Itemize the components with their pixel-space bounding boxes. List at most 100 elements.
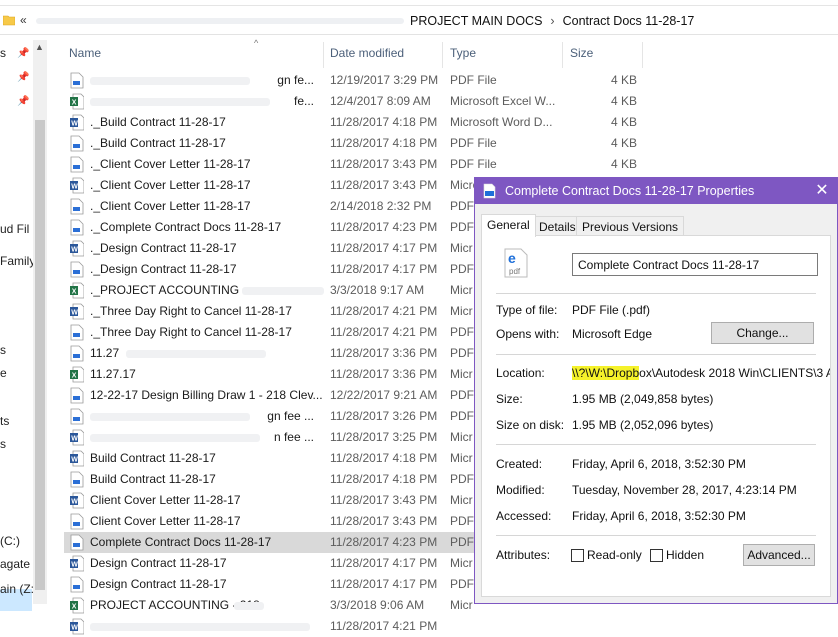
- opens-with-value: Microsoft Edge: [572, 327, 653, 341]
- nav-item-1[interactable]: s: [0, 46, 6, 60]
- file-type: Micr: [450, 556, 473, 570]
- sort-arrow-icon: ^: [254, 38, 259, 48]
- table-row[interactable]: gn fe... 12/19/2017 3:29 PM PDF File 4 KB: [64, 70, 664, 91]
- file-date: 11/28/2017 4:23 PM: [330, 535, 438, 549]
- location-label: Location:: [496, 366, 545, 380]
- word-icon: W: [70, 618, 84, 635]
- modified-value: Tuesday, November 28, 2017, 4:23:14 PM: [572, 483, 797, 497]
- file-name: 11.27.17: [90, 367, 136, 381]
- nav-scrollbar[interactable]: ▲: [33, 40, 47, 604]
- column-date-modified[interactable]: Date modified: [330, 46, 404, 60]
- tab-details[interactable]: Details: [533, 216, 582, 236]
- word-icon: W: [70, 492, 84, 509]
- nav-item-4[interactable]: s: [0, 343, 6, 357]
- hidden-label[interactable]: Hidden: [666, 548, 704, 562]
- file-name: ._Three Day Right to Cancel 11-28-17: [90, 304, 292, 318]
- readonly-label[interactable]: Read-only: [587, 548, 642, 562]
- file-name: n fee ...: [273, 430, 314, 444]
- file-size: 4 KB: [610, 136, 637, 150]
- divider: [496, 535, 816, 536]
- history-chevron-icon[interactable]: «: [20, 13, 27, 27]
- redaction-smear: [126, 350, 266, 358]
- svg-text:X: X: [72, 100, 77, 107]
- file-date: 12/4/2017 8:09 AM: [330, 94, 431, 108]
- table-row[interactable]: ._Client Cover Letter 11-28-17 11/28/2017…: [64, 154, 664, 175]
- close-icon[interactable]: ✕: [811, 180, 833, 200]
- size-label: Size:: [496, 392, 523, 406]
- file-name: ._Build Contract 11-28-17: [90, 115, 226, 129]
- column-divider[interactable]: [323, 42, 324, 68]
- column-name[interactable]: Name: [69, 46, 101, 60]
- properties-dialog: Complete Contract Docs 11-28-17 Properti…: [474, 177, 838, 604]
- table-row[interactable]: Xfe... 12/4/2017 8:09 AM Microsoft Excel W…: [64, 91, 664, 112]
- svg-text:X: X: [72, 604, 77, 611]
- table-row[interactable]: W ._Build Contract 11-28-17 11/28/2017 4:1…: [64, 112, 664, 133]
- file-type: Micr: [450, 241, 473, 255]
- type-value: PDF File (.pdf): [572, 303, 651, 317]
- nav-item-c-drive[interactable]: (C:): [0, 534, 20, 548]
- file-date: 3/3/2018 9:06 AM: [330, 598, 425, 612]
- file-type: PDF: [450, 514, 474, 528]
- svg-text:X: X: [72, 289, 77, 296]
- file-type: Micr: [450, 283, 473, 297]
- file-type: PDF: [450, 577, 474, 591]
- file-date: 12/19/2017 3:29 PM: [330, 73, 439, 87]
- file-type: Micr: [450, 430, 473, 444]
- file-type: PDF: [450, 409, 474, 423]
- file-type: PDF: [450, 388, 474, 402]
- file-name: ._Three Day Right to Cancel 11-28-17: [90, 325, 292, 339]
- scroll-up-icon[interactable]: ▲: [35, 42, 44, 52]
- file-name: ._PROJECT ACCOUNTING -: [90, 283, 247, 297]
- breadcrumb-contract-docs[interactable]: Contract Docs 11-28-17: [563, 14, 695, 28]
- file-type: Micr: [450, 451, 473, 465]
- nav-item-5[interactable]: e: [0, 366, 7, 380]
- address-bar[interactable]: « PROJECT MAIN DOCS › Contract Docs 11-2…: [0, 7, 838, 35]
- column-type[interactable]: Type: [450, 46, 476, 60]
- column-divider[interactable]: [562, 42, 563, 68]
- scrollbar-thumb[interactable]: [35, 120, 45, 590]
- file-type: PDF: [450, 472, 474, 486]
- tab-general[interactable]: General: [481, 214, 536, 237]
- word-icon: W: [70, 555, 84, 572]
- column-divider[interactable]: [442, 42, 443, 68]
- svg-text:e: e: [508, 250, 516, 266]
- column-size[interactable]: Size: [570, 46, 593, 60]
- dialog-titlebar[interactable]: Complete Contract Docs 11-28-17 Properti…: [475, 178, 837, 204]
- pin-icon: 📌: [17, 96, 30, 107]
- hidden-checkbox[interactable]: [650, 549, 663, 562]
- word-icon: W: [70, 240, 84, 257]
- file-name: ._Design Contract 11-28-17: [90, 262, 237, 276]
- file-date: 11/28/2017 3:43 PM: [330, 514, 438, 528]
- tab-previous-versions[interactable]: Previous Versions: [576, 216, 685, 236]
- nav-item-seagate[interactable]: agate: [0, 557, 30, 571]
- svg-text:W: W: [71, 436, 78, 443]
- location-value: \\?\W:\Dropbox\Autodesk 2018 Win\CLIENTS…: [572, 366, 830, 380]
- change-button[interactable]: Change...: [711, 322, 814, 344]
- file-type: PDF: [450, 262, 474, 276]
- nav-item-6[interactable]: ts: [0, 414, 9, 428]
- general-pane: e pdf Type of file: PDF File (.pdf) Open…: [481, 235, 831, 597]
- column-divider[interactable]: [642, 42, 643, 68]
- file-type: Micr: [450, 598, 473, 612]
- table-row[interactable]: W 11/28/2017 4:21 PM: [64, 616, 664, 637]
- svg-text:W: W: [71, 184, 78, 191]
- divider: [496, 354, 816, 355]
- breadcrumb-project-main-docs[interactable]: PROJECT MAIN DOCS: [410, 14, 542, 28]
- nav-item-cloud-files[interactable]: ud Fil: [0, 222, 29, 236]
- file-type: PDF: [450, 535, 474, 549]
- file-date: 11/28/2017 4:18 PM: [330, 115, 438, 129]
- advanced-button[interactable]: Advanced...: [743, 544, 815, 566]
- file-date: 11/28/2017 4:23 PM: [330, 220, 438, 234]
- file-date: 11/28/2017 4:21 PM: [330, 619, 438, 633]
- readonly-checkbox[interactable]: [571, 549, 584, 562]
- nav-item-family[interactable]: Family: [0, 254, 35, 268]
- nav-item-7[interactable]: s: [0, 437, 6, 451]
- excel-icon: X: [70, 366, 84, 383]
- file-name-field[interactable]: [572, 253, 818, 276]
- pdf-icon: [70, 576, 84, 593]
- word-icon: W: [70, 450, 84, 467]
- table-row[interactable]: ._Build Contract 11-28-17 11/28/2017 4:18…: [64, 133, 664, 154]
- file-type: PDF: [450, 199, 474, 213]
- pdf-icon: [70, 345, 84, 362]
- file-date: 11/28/2017 3:25 PM: [330, 430, 438, 444]
